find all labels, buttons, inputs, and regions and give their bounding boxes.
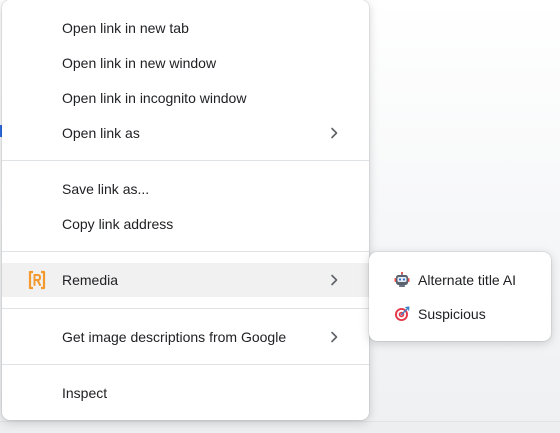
menu-item-open-link-as[interactable]: Open link as xyxy=(2,116,369,150)
menu-separator xyxy=(2,364,369,365)
target-icon xyxy=(394,306,410,322)
menu-item-label: Open link in new window xyxy=(62,55,217,71)
menu-item-image-descriptions[interactable]: Get image descriptions from Google xyxy=(2,320,369,354)
menu-separator xyxy=(2,308,369,309)
menu-item-label: Open link as xyxy=(62,125,140,141)
menu-item-label: Inspect xyxy=(62,385,108,401)
menu-item-remedia[interactable]: Remedia xyxy=(2,263,369,297)
menu-item-copy-link-address[interactable]: Copy link address xyxy=(2,207,369,241)
menu-item-label: Open link in new tab xyxy=(62,20,189,36)
menu-item-open-new-window[interactable]: Open link in new window xyxy=(2,46,369,80)
submenu-item-label: Suspicious xyxy=(418,306,486,322)
menu-item-inspect[interactable]: Inspect xyxy=(2,376,369,410)
menu-item-label: Get image descriptions from Google xyxy=(62,329,287,345)
remedia-submenu: Alternate title AI Suspicious xyxy=(369,252,551,341)
menu-item-label: Remedia xyxy=(62,272,119,288)
submenu-item-label: Alternate title AI xyxy=(418,272,517,288)
menu-item-label: Copy link address xyxy=(62,216,174,232)
menu-separator xyxy=(2,251,369,252)
menu-separator xyxy=(2,160,369,161)
menu-item-open-incognito[interactable]: Open link in incognito window xyxy=(2,81,369,115)
remedia-logo-icon xyxy=(27,270,47,290)
menu-item-label: Save link as... xyxy=(62,181,150,197)
robot-icon xyxy=(394,272,410,288)
chevron-right-icon xyxy=(329,274,339,286)
submenu-item-alternate-title-ai[interactable]: Alternate title AI xyxy=(369,263,551,297)
menu-item-save-link-as[interactable]: Save link as... xyxy=(2,172,369,206)
chevron-right-icon xyxy=(329,331,339,343)
page-bottom-strip xyxy=(0,421,560,433)
menu-item-open-new-tab[interactable]: Open link in new tab xyxy=(2,11,369,45)
context-menu: Open link in new tab Open link in new wi… xyxy=(2,0,369,420)
menu-item-label: Open link in incognito window xyxy=(62,90,247,106)
chevron-right-icon xyxy=(329,127,339,139)
submenu-item-suspicious[interactable]: Suspicious xyxy=(369,297,551,331)
